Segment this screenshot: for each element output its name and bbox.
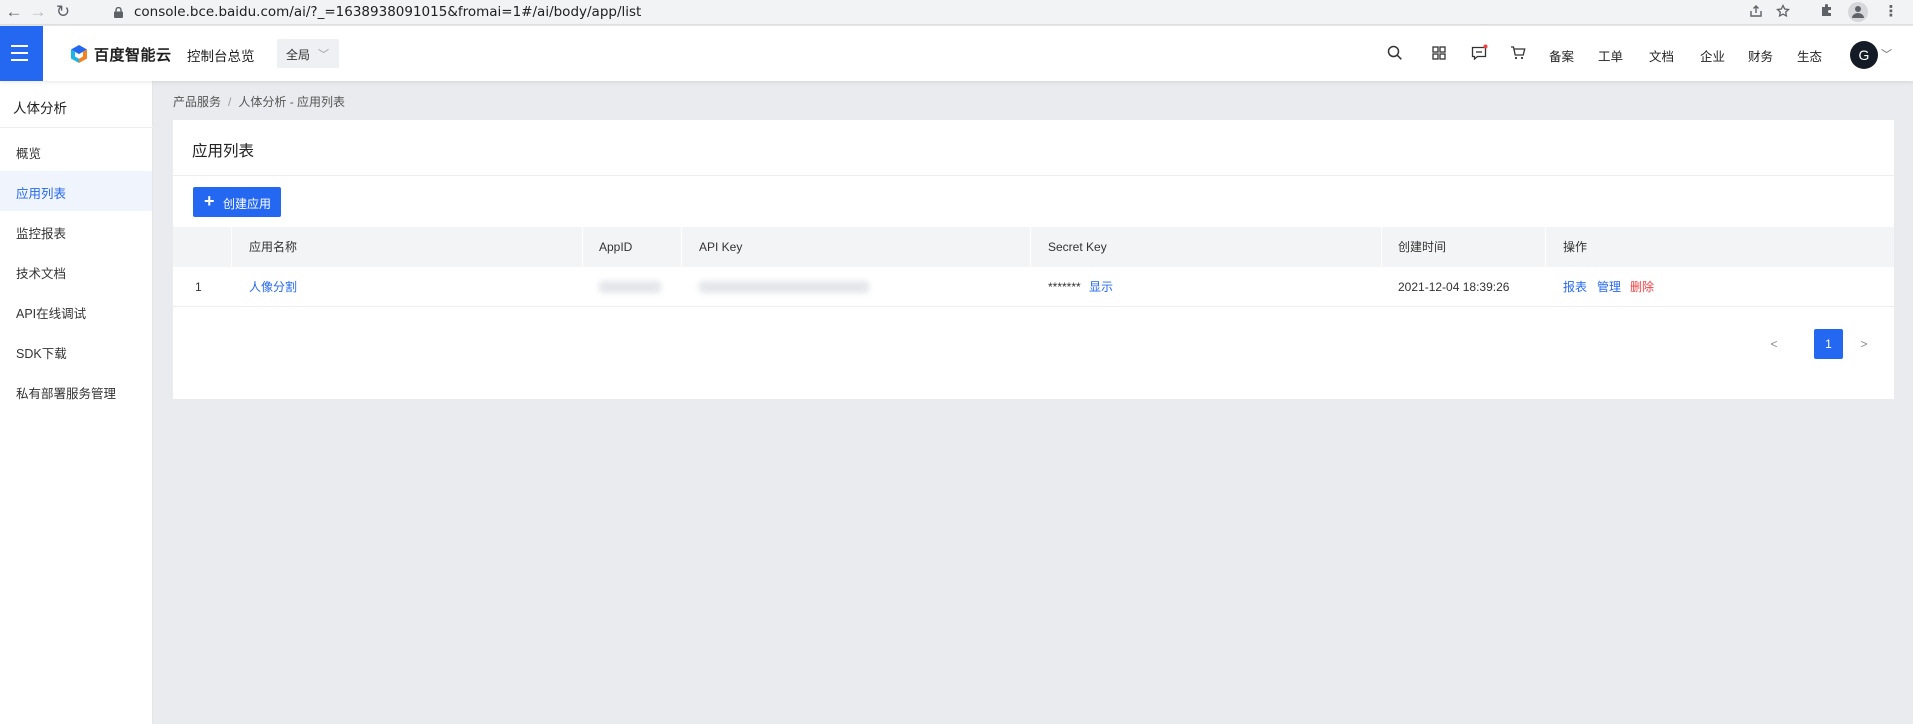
apikey-redacted [699,281,869,293]
brand-cube-icon [71,45,87,63]
breadcrumb: 产品服务 / 人体分析 - 应用列表 [173,93,345,110]
nav-link-enterprise[interactable]: 企业 [1700,46,1725,65]
column-header-actions: 操作 [1563,240,1588,254]
region-value: 全局 [286,48,311,62]
lock-icon [114,7,123,18]
sidebar-item-label: 概览 [16,147,42,161]
created-time: 2021-12-04 18:39:26 [1398,280,1510,294]
notification-dot [1483,44,1488,49]
divider [173,175,1894,176]
search-icon[interactable] [1386,44,1404,62]
plus-icon: + [204,191,215,211]
sidebar-title: 人体分析 [13,101,67,116]
sidebar-item-monitoring[interactable]: 监控报表 [0,211,152,251]
browser-menu-icon[interactable]: ⋮ [1881,2,1901,22]
apps-grid-icon[interactable] [1430,44,1448,62]
sidebar-item-sdk-download[interactable]: SDK下载 [0,331,152,371]
region-select[interactable]: 全局 ﹀ [277,39,339,68]
secret-key-mask: ******* [1048,280,1081,294]
url-text[interactable]: console.bce.baidu.com/ai/?_=163893809101… [134,4,641,20]
column-header-appid: AppID [599,240,633,254]
cart-icon[interactable] [1509,44,1527,62]
reload-icon[interactable]: ↻ [53,2,73,22]
nav-link-finance[interactable]: 财务 [1748,46,1773,65]
show-secret-link[interactable]: 显示 [1089,267,1113,307]
delete-link[interactable]: 删除 [1630,267,1654,307]
sidebar: 人体分析 概览 应用列表 监控报表 技术文档 API在线调试 SDK下载 私有部… [0,81,153,724]
page-title: 应用列表 [192,143,255,160]
back-icon[interactable]: ← [4,2,24,22]
report-link[interactable]: 报表 [1563,267,1587,307]
app-list-card: 应用列表 + 创建应用 应用名称 AppID API Key Secret Ke… [173,120,1894,399]
sidebar-item-tech-docs[interactable]: 技术文档 [0,251,152,291]
extensions-puzzle-icon[interactable] [1817,2,1837,22]
pagination-page-1[interactable]: 1 [1814,329,1843,359]
sidebar-item-private-deploy[interactable]: 私有部署服务管理 [0,371,152,411]
sidebar-item-label: 技术文档 [16,267,67,281]
sidebar-item-label: 监控报表 [16,227,67,241]
forward-icon[interactable]: → [28,2,48,22]
message-icon[interactable] [1470,44,1488,62]
breadcrumb-separator: / [228,95,232,109]
brand-logo[interactable]: 百度智能云 [69,45,172,64]
menu-toggle-button[interactable] [0,26,43,81]
appid-redacted [599,281,661,293]
nav-link-ecosystem[interactable]: 生态 [1797,46,1822,65]
brand-name: 百度智能云 [94,46,172,64]
chevron-down-icon[interactable]: ﹀ [1881,46,1892,62]
user-avatar[interactable]: G [1850,41,1878,69]
pagination-next-button[interactable]: > [1857,329,1871,359]
table-header: 应用名称 AppID API Key Secret Key 创建时间 操作 [173,227,1894,267]
sidebar-item-label: 私有部署服务管理 [16,387,117,401]
sidebar-item-label: API在线调试 [16,307,87,321]
nav-link-docs[interactable]: 文档 [1649,46,1674,65]
manage-link[interactable]: 管理 [1597,267,1621,307]
sidebar-item-app-list[interactable]: 应用列表 [0,171,152,211]
app-name-link[interactable]: 人像分割 [249,267,297,307]
create-app-label: 创建应用 [223,197,272,211]
console-overview-link[interactable]: 控制台总览 [187,45,255,65]
console-header: 百度智能云 控制台总览 全局 ﹀ 备案 工单 文档 企业 财务 生态 G ﹀ [0,26,1913,81]
nav-link-ticket[interactable]: 工单 [1598,46,1623,65]
breadcrumb-current: 人体分析 - 应用列表 [238,95,346,109]
column-header-apikey: API Key [699,240,743,254]
pagination-prev-button[interactable]: < [1767,329,1781,359]
sidebar-item-overview[interactable]: 概览 [0,131,152,171]
create-app-button[interactable]: + 创建应用 [193,187,281,217]
nav-link-beian[interactable]: 备案 [1549,46,1574,65]
sidebar-item-label: SDK下载 [16,347,67,361]
column-header-name: 应用名称 [249,240,298,254]
column-header-created: 创建时间 [1398,240,1447,254]
chevron-down-icon: ﹀ [318,49,329,61]
bookmark-star-icon[interactable] [1773,4,1793,22]
row-index: 1 [195,280,202,294]
profile-icon[interactable] [1848,2,1868,22]
divider [0,127,153,128]
breadcrumb-root[interactable]: 产品服务 [173,95,221,109]
column-header-secretkey: Secret Key [1048,240,1107,254]
address-bar[interactable]: console.bce.baidu.com/ai/?_=163893809101… [104,1,1800,24]
sidebar-item-label: 应用列表 [16,187,67,201]
table-row: 1 人像分割 ******* 显示 2021-12-04 18:39:26 报表… [173,267,1894,307]
share-icon[interactable] [1746,4,1766,22]
sidebar-item-api-debug[interactable]: API在线调试 [0,291,152,331]
browser-toolbar: ← → ↻ console.bce.baidu.com/ai/?_=163893… [0,0,1913,25]
